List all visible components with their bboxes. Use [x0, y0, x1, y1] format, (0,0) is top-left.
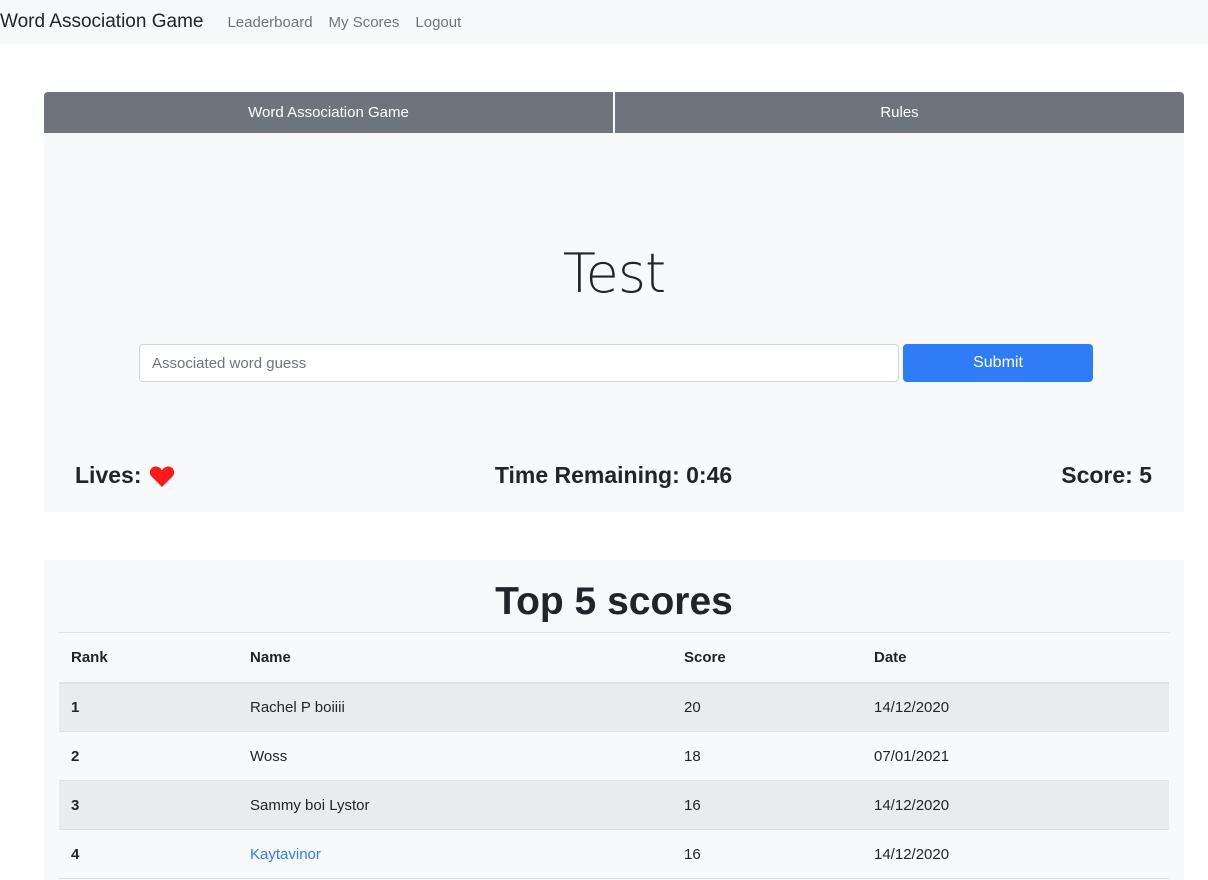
leaderboard-card: Top 5 scores Rank Name Score Date 1 Rach… — [44, 560, 1184, 880]
tab-word-association-game[interactable]: Word Association Game — [44, 92, 613, 133]
rank-cell: 4 — [71, 845, 80, 863]
game-card: Word Association Game Rules Test Submit … — [44, 92, 1184, 512]
heart-icon — [150, 465, 175, 487]
score-display: Score: 5 — [1061, 462, 1152, 488]
table-row: 2 Woss 18 07/01/2021 — [59, 732, 1169, 781]
name-cell: Kaytavinor — [238, 830, 672, 879]
rank-cell: 2 — [71, 747, 80, 765]
lives-label: Lives: — [75, 462, 142, 488]
date-cell: 14/12/2020 — [874, 796, 950, 814]
score-cell: 20 — [684, 698, 701, 716]
brand-link[interactable]: Word Association Game — [0, 11, 203, 33]
nav-link-my-scores[interactable]: My Scores — [329, 14, 400, 31]
column-header-name: Name — [250, 648, 291, 666]
score-cell: 16 — [684, 796, 701, 814]
rank-cell: 1 — [71, 698, 80, 716]
game-tabs: Word Association Game Rules — [44, 92, 1184, 133]
column-header-score: Score — [684, 648, 726, 666]
guess-form: Submit — [139, 344, 1093, 382]
date-cell: 14/12/2020 — [874, 698, 950, 716]
column-header-date: Date — [874, 648, 907, 666]
date-cell: 14/12/2020 — [874, 845, 950, 863]
table-row: 1 Rachel P boiiii 20 14/12/2020 — [59, 682, 1169, 732]
nav-link-logout[interactable]: Logout — [415, 14, 461, 31]
time-remaining: Time Remaining: 0:46 — [494, 462, 733, 488]
score-cell: 16 — [684, 845, 701, 863]
table-row: 3 Sammy boi Lystor 16 14/12/2020 — [59, 780, 1169, 830]
lives-display: Lives: — [75, 462, 175, 489]
navbar: Word Association Game Leaderboard My Sco… — [0, 0, 1208, 44]
tab-rules[interactable]: Rules — [613, 92, 1184, 133]
player-name-link[interactable]: Kaytavinor — [250, 846, 321, 863]
name-cell: Sammy boi Lystor — [250, 796, 370, 814]
nav-links: Leaderboard My Scores Logout — [219, 14, 469, 31]
nav-link-leaderboard[interactable]: Leaderboard — [227, 14, 312, 31]
date-cell: 07/01/2021 — [874, 747, 950, 765]
guess-input[interactable] — [139, 344, 899, 382]
status-bar: Lives: Time Remaining: 0:46 Score: 5 — [75, 462, 1152, 489]
current-word: Test — [562, 242, 666, 305]
column-header-rank: Rank — [71, 648, 108, 666]
rank-cell: 3 — [71, 796, 80, 814]
score-cell: 18 — [684, 747, 701, 765]
name-cell: Woss — [250, 747, 288, 765]
name-cell: Rachel P boiiii — [250, 698, 345, 716]
leaderboard-table: Rank Name Score Date 1 Rachel P boiiii 2… — [59, 632, 1169, 879]
leaderboard-title: Top 5 scores — [495, 580, 733, 623]
table-header-row: Rank Name Score Date — [59, 632, 1169, 683]
submit-button[interactable]: Submit — [903, 344, 1093, 382]
table-row: 4 Kaytavinor 16 14/12/2020 — [59, 830, 1169, 879]
